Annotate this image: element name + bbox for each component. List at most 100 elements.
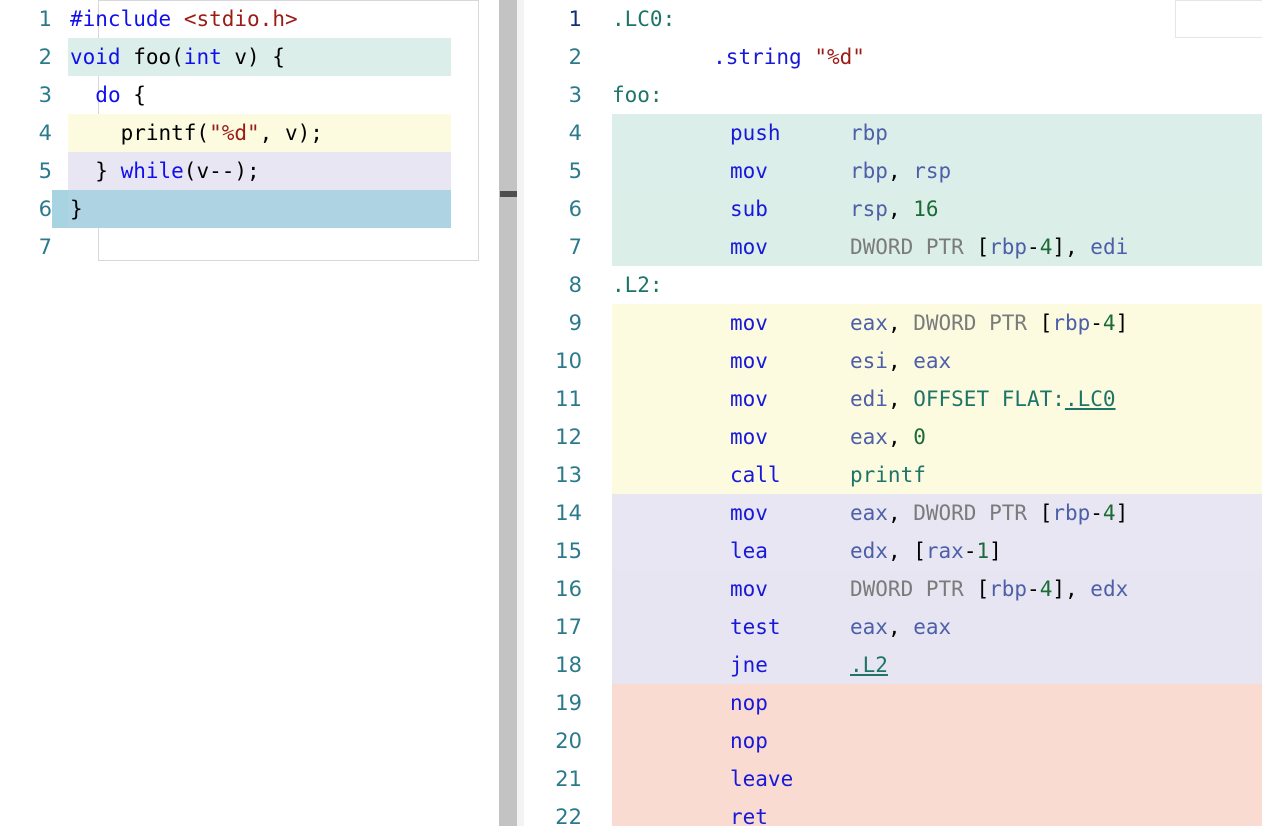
asm-line-number[interactable]: 1: [530, 7, 582, 31]
asm-line-number[interactable]: 3: [530, 83, 582, 107]
asm-line-row[interactable]: 19 nop: [530, 684, 1262, 722]
source-line-number[interactable]: 4: [0, 121, 52, 145]
source-gutter-marker[interactable]: [52, 190, 68, 228]
asm-code-text[interactable]: mov eax, DWORD PTR [rbp-4]: [612, 304, 1262, 342]
source-code-text[interactable]: do {: [68, 76, 451, 114]
asm-line-row[interactable]: 9 mov eax, DWORD PTR [rbp-4]: [530, 304, 1262, 342]
asm-line-number[interactable]: 6: [530, 197, 582, 221]
asm-line-number[interactable]: 19: [530, 691, 582, 715]
asm-code-text[interactable]: .LC0:: [612, 0, 1262, 38]
splitter-track[interactable]: [517, 0, 524, 826]
asm-code-text[interactable]: mov esi, eax: [612, 342, 1262, 380]
asm-line-row[interactable]: 5 mov rbp, rsp: [530, 152, 1262, 190]
asm-line-number[interactable]: 17: [530, 615, 582, 639]
asm-line-row[interactable]: 20 nop: [530, 722, 1262, 760]
asm-line-row[interactable]: 1 .LC0:: [530, 0, 1262, 38]
source-line-row[interactable]: 1 #include <stdio.h>: [0, 0, 491, 38]
asm-code-text[interactable]: mov DWORD PTR [rbp-4], edi: [612, 228, 1262, 266]
asm-line-number[interactable]: 13: [530, 463, 582, 487]
asm-line-number[interactable]: 21: [530, 767, 582, 791]
asm-code-text[interactable]: mov edi, OFFSET FLAT:.LC0: [612, 380, 1262, 418]
splitter-drag-handle[interactable]: [500, 191, 517, 197]
asm-line-number[interactable]: 12: [530, 425, 582, 449]
asm-line-number[interactable]: 15: [530, 539, 582, 563]
asm-code-text[interactable]: mov eax, 0: [612, 418, 1262, 456]
source-line-number[interactable]: 5: [0, 159, 52, 183]
asm-line-number[interactable]: 22: [530, 805, 582, 826]
source-code-text[interactable]: } while(v--);: [68, 152, 451, 190]
source-code-text[interactable]: }: [68, 190, 451, 228]
asm-line-row[interactable]: 8 .L2:: [530, 266, 1262, 304]
asm-code-text[interactable]: leave: [612, 760, 1262, 798]
asm-line-row[interactable]: 12 mov eax, 0: [530, 418, 1262, 456]
source-code-text[interactable]: [68, 228, 451, 266]
assembly-pane[interactable]: 1 .LC0: 2 .string "%d" 3 foo: 4 push rbp 5 mov r…: [530, 0, 1262, 826]
asm-line-row[interactable]: 11 mov edi, OFFSET FLAT:.LC0: [530, 380, 1262, 418]
asm-line-row[interactable]: 21 leave: [530, 760, 1262, 798]
asm-line-row[interactable]: 10 mov esi, eax: [530, 342, 1262, 380]
asm-code-text[interactable]: ret: [612, 798, 1262, 826]
asm-code-text[interactable]: mov rbp, rsp: [612, 152, 1262, 190]
c-source-pane[interactable]: 1 #include <stdio.h> 2 void foo(int v) {3 d…: [0, 0, 491, 826]
source-line-row[interactable]: 3 do {: [0, 76, 491, 114]
source-line-number[interactable]: 7: [0, 235, 52, 259]
asm-line-number[interactable]: 10: [530, 349, 582, 373]
asm-code-text[interactable]: sub rsp, 16: [612, 190, 1262, 228]
pane-splitter[interactable]: [491, 0, 530, 826]
source-code-text[interactable]: #include <stdio.h>: [68, 0, 451, 38]
asm-line-row[interactable]: 4 push rbp: [530, 114, 1262, 152]
asm-code-text[interactable]: test eax, eax: [612, 608, 1262, 646]
asm-code-text[interactable]: lea edx, [rax-1]: [612, 532, 1262, 570]
source-line-row[interactable]: 2 void foo(int v) {: [0, 38, 491, 76]
asm-line-row[interactable]: 16 mov DWORD PTR [rbp-4], edx: [530, 570, 1262, 608]
source-line-row[interactable]: 6}: [0, 190, 491, 228]
asm-line-number[interactable]: 9: [530, 311, 582, 335]
source-gutter-marker[interactable]: [52, 114, 68, 152]
asm-code-text[interactable]: .string "%d": [612, 38, 1262, 76]
source-line-row[interactable]: 5 } while(v--);: [0, 152, 491, 190]
asm-code-text[interactable]: nop: [612, 722, 1262, 760]
asm-label-link[interactable]: .LC0: [1065, 387, 1116, 411]
source-code-text[interactable]: void foo(int v) {: [68, 38, 451, 76]
source-gutter-marker[interactable]: [52, 0, 68, 38]
asm-line-number[interactable]: 20: [530, 729, 582, 753]
asm-line-number[interactable]: 4: [530, 121, 582, 145]
asm-line-row[interactable]: 22 ret: [530, 798, 1262, 826]
source-gutter-marker[interactable]: [52, 76, 68, 114]
source-code-text[interactable]: printf("%d", v);: [68, 114, 451, 152]
asm-code-text[interactable]: mov DWORD PTR [rbp-4], edx: [612, 570, 1262, 608]
asm-line-number[interactable]: 5: [530, 159, 582, 183]
asm-line-row[interactable]: 14 mov eax, DWORD PTR [rbp-4]: [530, 494, 1262, 532]
asm-line-row[interactable]: 7 mov DWORD PTR [rbp-4], edi: [530, 228, 1262, 266]
asm-line-number[interactable]: 2: [530, 45, 582, 69]
asm-line-row[interactable]: 17 test eax, eax: [530, 608, 1262, 646]
asm-line-number[interactable]: 18: [530, 653, 582, 677]
source-gutter-marker[interactable]: [52, 38, 68, 76]
source-gutter-marker[interactable]: [52, 228, 68, 266]
source-line-row[interactable]: 4 printf("%d", v);: [0, 114, 491, 152]
asm-line-row[interactable]: 13 call printf: [530, 456, 1262, 494]
asm-line-row[interactable]: 3 foo:: [530, 76, 1262, 114]
asm-line-list[interactable]: 1 .LC0: 2 .string "%d" 3 foo: 4 push rbp 5 mov r…: [530, 0, 1262, 826]
source-line-row[interactable]: 7: [0, 228, 491, 266]
asm-code-text[interactable]: foo:: [612, 76, 1262, 114]
asm-line-number[interactable]: 7: [530, 235, 582, 259]
asm-code-text[interactable]: push rbp: [612, 114, 1262, 152]
source-line-number[interactable]: 3: [0, 83, 52, 107]
asm-code-text[interactable]: mov eax, DWORD PTR [rbp-4]: [612, 494, 1262, 532]
asm-code-text[interactable]: .L2:: [612, 266, 1262, 304]
source-line-number[interactable]: 1: [0, 7, 52, 31]
source-line-list[interactable]: 1 #include <stdio.h> 2 void foo(int v) {3 d…: [0, 0, 491, 266]
asm-line-row[interactable]: 15 lea edx, [rax-1]: [530, 532, 1262, 570]
asm-code-text[interactable]: call printf: [612, 456, 1262, 494]
asm-label-link[interactable]: .L2: [850, 653, 888, 677]
asm-code-text[interactable]: nop: [612, 684, 1262, 722]
asm-line-row[interactable]: 2 .string "%d": [530, 38, 1262, 76]
asm-code-text[interactable]: jne .L2: [612, 646, 1262, 684]
splitter-bar[interactable]: [499, 0, 517, 826]
asm-line-number[interactable]: 16: [530, 577, 582, 601]
asm-line-number[interactable]: 14: [530, 501, 582, 525]
source-line-number[interactable]: 2: [0, 45, 52, 69]
asm-line-number[interactable]: 8: [530, 273, 582, 297]
asm-line-number[interactable]: 11: [530, 387, 582, 411]
